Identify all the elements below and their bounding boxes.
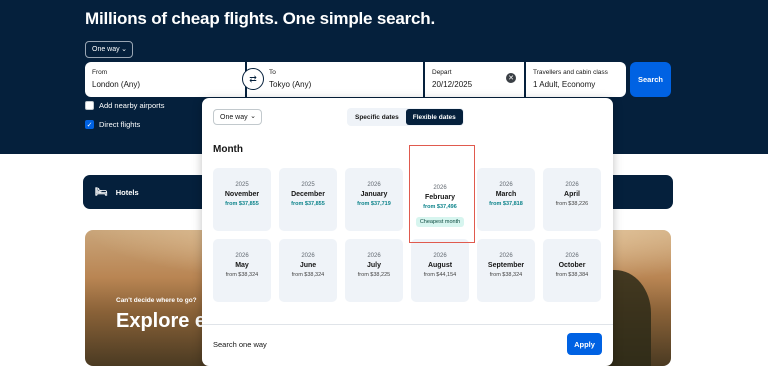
search-button[interactable]: Search [630,62,671,97]
month-name: December [291,191,325,198]
to-value: Tokyo (Any) [269,80,312,89]
from-value: London (Any) [92,80,141,89]
month-name: March [495,191,517,198]
month-price: from $37,855 [291,201,325,207]
month-name: June [299,262,317,269]
direct-flights-checkbox[interactable]: ✓ Direct flights [85,120,140,129]
month-card-october[interactable]: 2026 October from $38,384 [543,239,601,302]
travellers-value: 1 Adult, Economy [533,80,596,89]
month-name: September [487,262,525,269]
nearby-airports-checkbox[interactable]: Add nearby airports [85,101,164,110]
month-card-november[interactable]: 2025 November from $37,855 [213,168,271,231]
month-year: 2026 [565,182,579,188]
date-mode-toggle: Specific dates Flexible dates [347,108,464,126]
month-year: 2026 [367,253,381,259]
month-heading: Month [213,144,243,155]
month-year: 2026 [499,253,513,259]
month-year: 2025 [301,182,315,188]
tab-flexible-dates[interactable]: Flexible dates [405,109,463,125]
checkmark-icon: ✓ [85,120,94,129]
month-card-april[interactable]: 2026 April from $38,226 [543,168,601,231]
trip-type-select[interactable]: One way ⌄ [85,41,133,58]
checkbox-unchecked-icon [85,101,94,110]
trip-type-value: One way [92,46,120,53]
direct-flights-label: Direct flights [99,120,141,129]
month-price: from $37,719 [357,201,391,207]
banner-kicker: Can't decide where to go? [116,297,197,304]
month-card-june[interactable]: 2026 June from $38,324 [279,239,337,302]
travellers-label: Travellers and cabin class [533,69,608,76]
month-card-march[interactable]: 2026 March from $37,818 [477,168,535,231]
month-name: November [224,191,260,198]
depart-field[interactable]: Depart 20/12/2025 ✕ [425,62,524,97]
month-year: 2026 [235,253,249,259]
month-card-september[interactable]: 2026 September from $38,324 [477,239,535,302]
hotels-label: Hotels [115,187,139,197]
month-name: August [427,262,453,269]
depart-label: Depart [432,69,452,76]
clear-icon[interactable]: ✕ [506,73,516,83]
picker-trip-type-select[interactable]: One way ⌄ [213,109,262,125]
month-price: from $44,154 [423,272,457,278]
month-price: from $38,225 [357,272,391,278]
flight-search-bar: From London (Any) ⇄ To Tokyo (Any) Depar… [85,62,626,97]
month-card-july[interactable]: 2026 July from $38,225 [345,239,403,302]
month-year: 2026 [367,182,381,188]
travellers-field[interactable]: Travellers and cabin class 1 Adult, Econ… [526,62,626,97]
depart-value: 20/12/2025 [432,80,473,89]
to-label: To [269,69,276,76]
month-price: from $38,384 [555,272,589,278]
month-price: from $37,855 [225,201,259,207]
bed-icon: 🛏 [95,186,108,198]
month-card-december[interactable]: 2025 December from $37,855 [279,168,337,231]
month-year: 2026 [301,253,315,259]
apply-button[interactable]: Apply [567,333,602,355]
page-title: Millions of cheap flights. One simple se… [85,9,435,28]
month-card-august[interactable]: 2026 August from $44,154 [411,239,469,302]
swap-icon[interactable]: ⇄ [242,68,264,90]
to-field[interactable]: To Tokyo (Any) [247,62,423,97]
month-card-january[interactable]: 2026 January from $37,719 [345,168,403,231]
month-price: from $37,818 [489,201,523,207]
selection-highlight-box [409,145,475,243]
month-name: January [360,191,388,198]
banner-title: Explore every destination [116,310,202,332]
from-field[interactable]: From London (Any) ⇄ [85,62,264,97]
from-label: From [92,69,108,76]
month-card-may[interactable]: 2026 May from $38,324 [213,239,271,302]
chevron-down-icon: ⌄ [121,46,127,53]
month-price: from $38,324 [489,272,523,278]
month-name: April [564,191,580,198]
month-name: July [366,262,381,269]
chevron-down-icon: ⌄ [250,113,256,120]
month-price: from $38,324 [225,272,259,278]
month-name: May [235,262,249,269]
month-price: from $38,324 [291,272,325,278]
picker-trip-type-value: One way [220,113,248,121]
month-year: 2026 [565,253,579,259]
month-year: 2025 [235,182,249,188]
tab-specific-dates[interactable]: Specific dates [348,109,406,125]
nearby-airports-label: Add nearby airports [99,101,165,110]
month-name: October [558,262,586,269]
search-one-way-text: Search one way [213,340,267,349]
month-price: from $38,226 [555,201,589,207]
divider [202,324,613,325]
month-year: 2026 [433,253,447,259]
date-picker-popup: One way ⌄ Specific dates Flexible dates … [202,98,613,366]
month-year: 2026 [499,182,513,188]
